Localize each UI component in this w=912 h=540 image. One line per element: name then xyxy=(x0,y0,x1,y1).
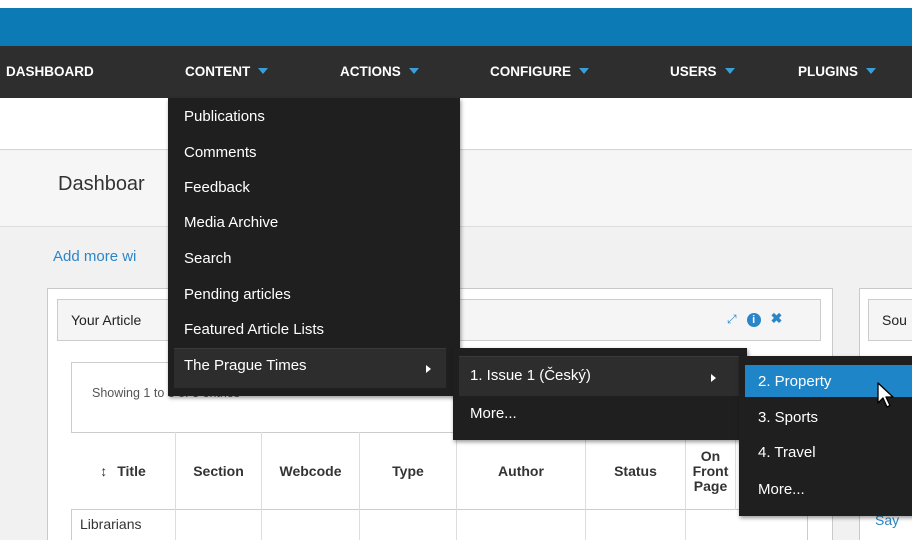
top-strip xyxy=(0,0,912,8)
col-title-label: Title xyxy=(117,462,146,479)
main-nav: DASHBOARD CONTENT ACTIONS CONFIGURE USER… xyxy=(0,46,912,98)
menu-item-search[interactable]: Search xyxy=(184,250,232,267)
col-webcode-header[interactable]: Webcode xyxy=(262,432,360,510)
page-title: Dashboar xyxy=(58,173,145,195)
table-cell xyxy=(262,510,360,540)
brand-header-bar xyxy=(0,8,912,46)
menu-item-feedback[interactable]: Feedback xyxy=(184,179,250,196)
nav-actions[interactable]: ACTIONS xyxy=(340,46,419,98)
menu-item-pending-articles[interactable]: Pending articles xyxy=(184,286,291,303)
menu-item-travel[interactable]: 4. Travel xyxy=(758,444,816,461)
table-cell-title[interactable]: Librarians xyxy=(71,510,176,540)
nav-actions-label: ACTIONS xyxy=(340,64,401,79)
menu-item-issues-more[interactable]: More... xyxy=(470,405,517,422)
expand-icon[interactable]: ⤢ xyxy=(727,312,737,326)
caret-down-icon xyxy=(724,68,735,75)
menu-item-comments[interactable]: Comments xyxy=(184,144,257,161)
nav-plugins[interactable]: PLUGINS xyxy=(798,46,877,98)
nav-content[interactable]: CONTENT xyxy=(185,46,269,98)
col-title-header[interactable]: ↕ Title xyxy=(71,432,176,510)
menu-item-sections-more[interactable]: More... xyxy=(758,481,805,498)
widget-controls: ⤢ i ✖ xyxy=(727,310,792,327)
submenu-arrow-icon xyxy=(711,374,716,382)
nav-users[interactable]: USERS xyxy=(670,46,735,98)
close-icon[interactable]: ✖ xyxy=(771,310,783,326)
info-icon[interactable]: i xyxy=(746,313,761,327)
menu-item-publications[interactable]: Publications xyxy=(184,108,265,125)
caret-down-icon xyxy=(579,68,589,75)
menu-item-property[interactable]: 2. Property xyxy=(758,373,831,390)
table-cell xyxy=(176,510,262,540)
caret-down-icon xyxy=(258,68,269,75)
sources-widget-title: Sou xyxy=(882,312,907,328)
submenu-arrow-icon xyxy=(426,365,431,373)
app-window: DASHBOARD CONTENT ACTIONS CONFIGURE USER… xyxy=(0,0,912,540)
col-author-header[interactable]: Author xyxy=(457,432,586,510)
nav-content-label: CONTENT xyxy=(185,64,251,79)
nav-dashboard[interactable]: DASHBOARD xyxy=(6,46,94,98)
caret-down-icon xyxy=(408,68,419,75)
col-section-header[interactable]: Section xyxy=(176,432,262,510)
add-widgets-link[interactable]: Add more wi xyxy=(53,248,136,265)
sort-icon: ↕ xyxy=(100,462,108,479)
nav-plugins-label: PLUGINS xyxy=(798,64,859,79)
menu-item-prague-times[interactable]: The Prague Times xyxy=(184,357,307,374)
menu-item-media-archive[interactable]: Media Archive xyxy=(184,214,278,231)
table-cell xyxy=(586,510,686,540)
nav-users-label: USERS xyxy=(670,64,717,79)
menu-item-issue-1[interactable]: 1. Issue 1 (Český) xyxy=(470,367,591,384)
nav-configure[interactable]: CONFIGURE xyxy=(490,46,589,98)
table-cell xyxy=(457,510,586,540)
table-cell xyxy=(360,510,457,540)
nav-dashboard-label: DASHBOARD xyxy=(6,64,94,79)
col-frontpage-header[interactable]: On Front Page xyxy=(686,432,736,510)
nav-configure-label: CONFIGURE xyxy=(490,64,571,79)
col-type-header[interactable]: Type xyxy=(360,432,457,510)
mouse-pointer-icon xyxy=(877,382,894,408)
menu-item-sports[interactable]: 3. Sports xyxy=(758,409,818,426)
col-status-header[interactable]: Status xyxy=(586,432,686,510)
menu-item-featured-lists[interactable]: Featured Article Lists xyxy=(184,321,324,338)
caret-down-icon xyxy=(866,68,877,75)
articles-widget-title: Your Article xyxy=(71,312,142,328)
